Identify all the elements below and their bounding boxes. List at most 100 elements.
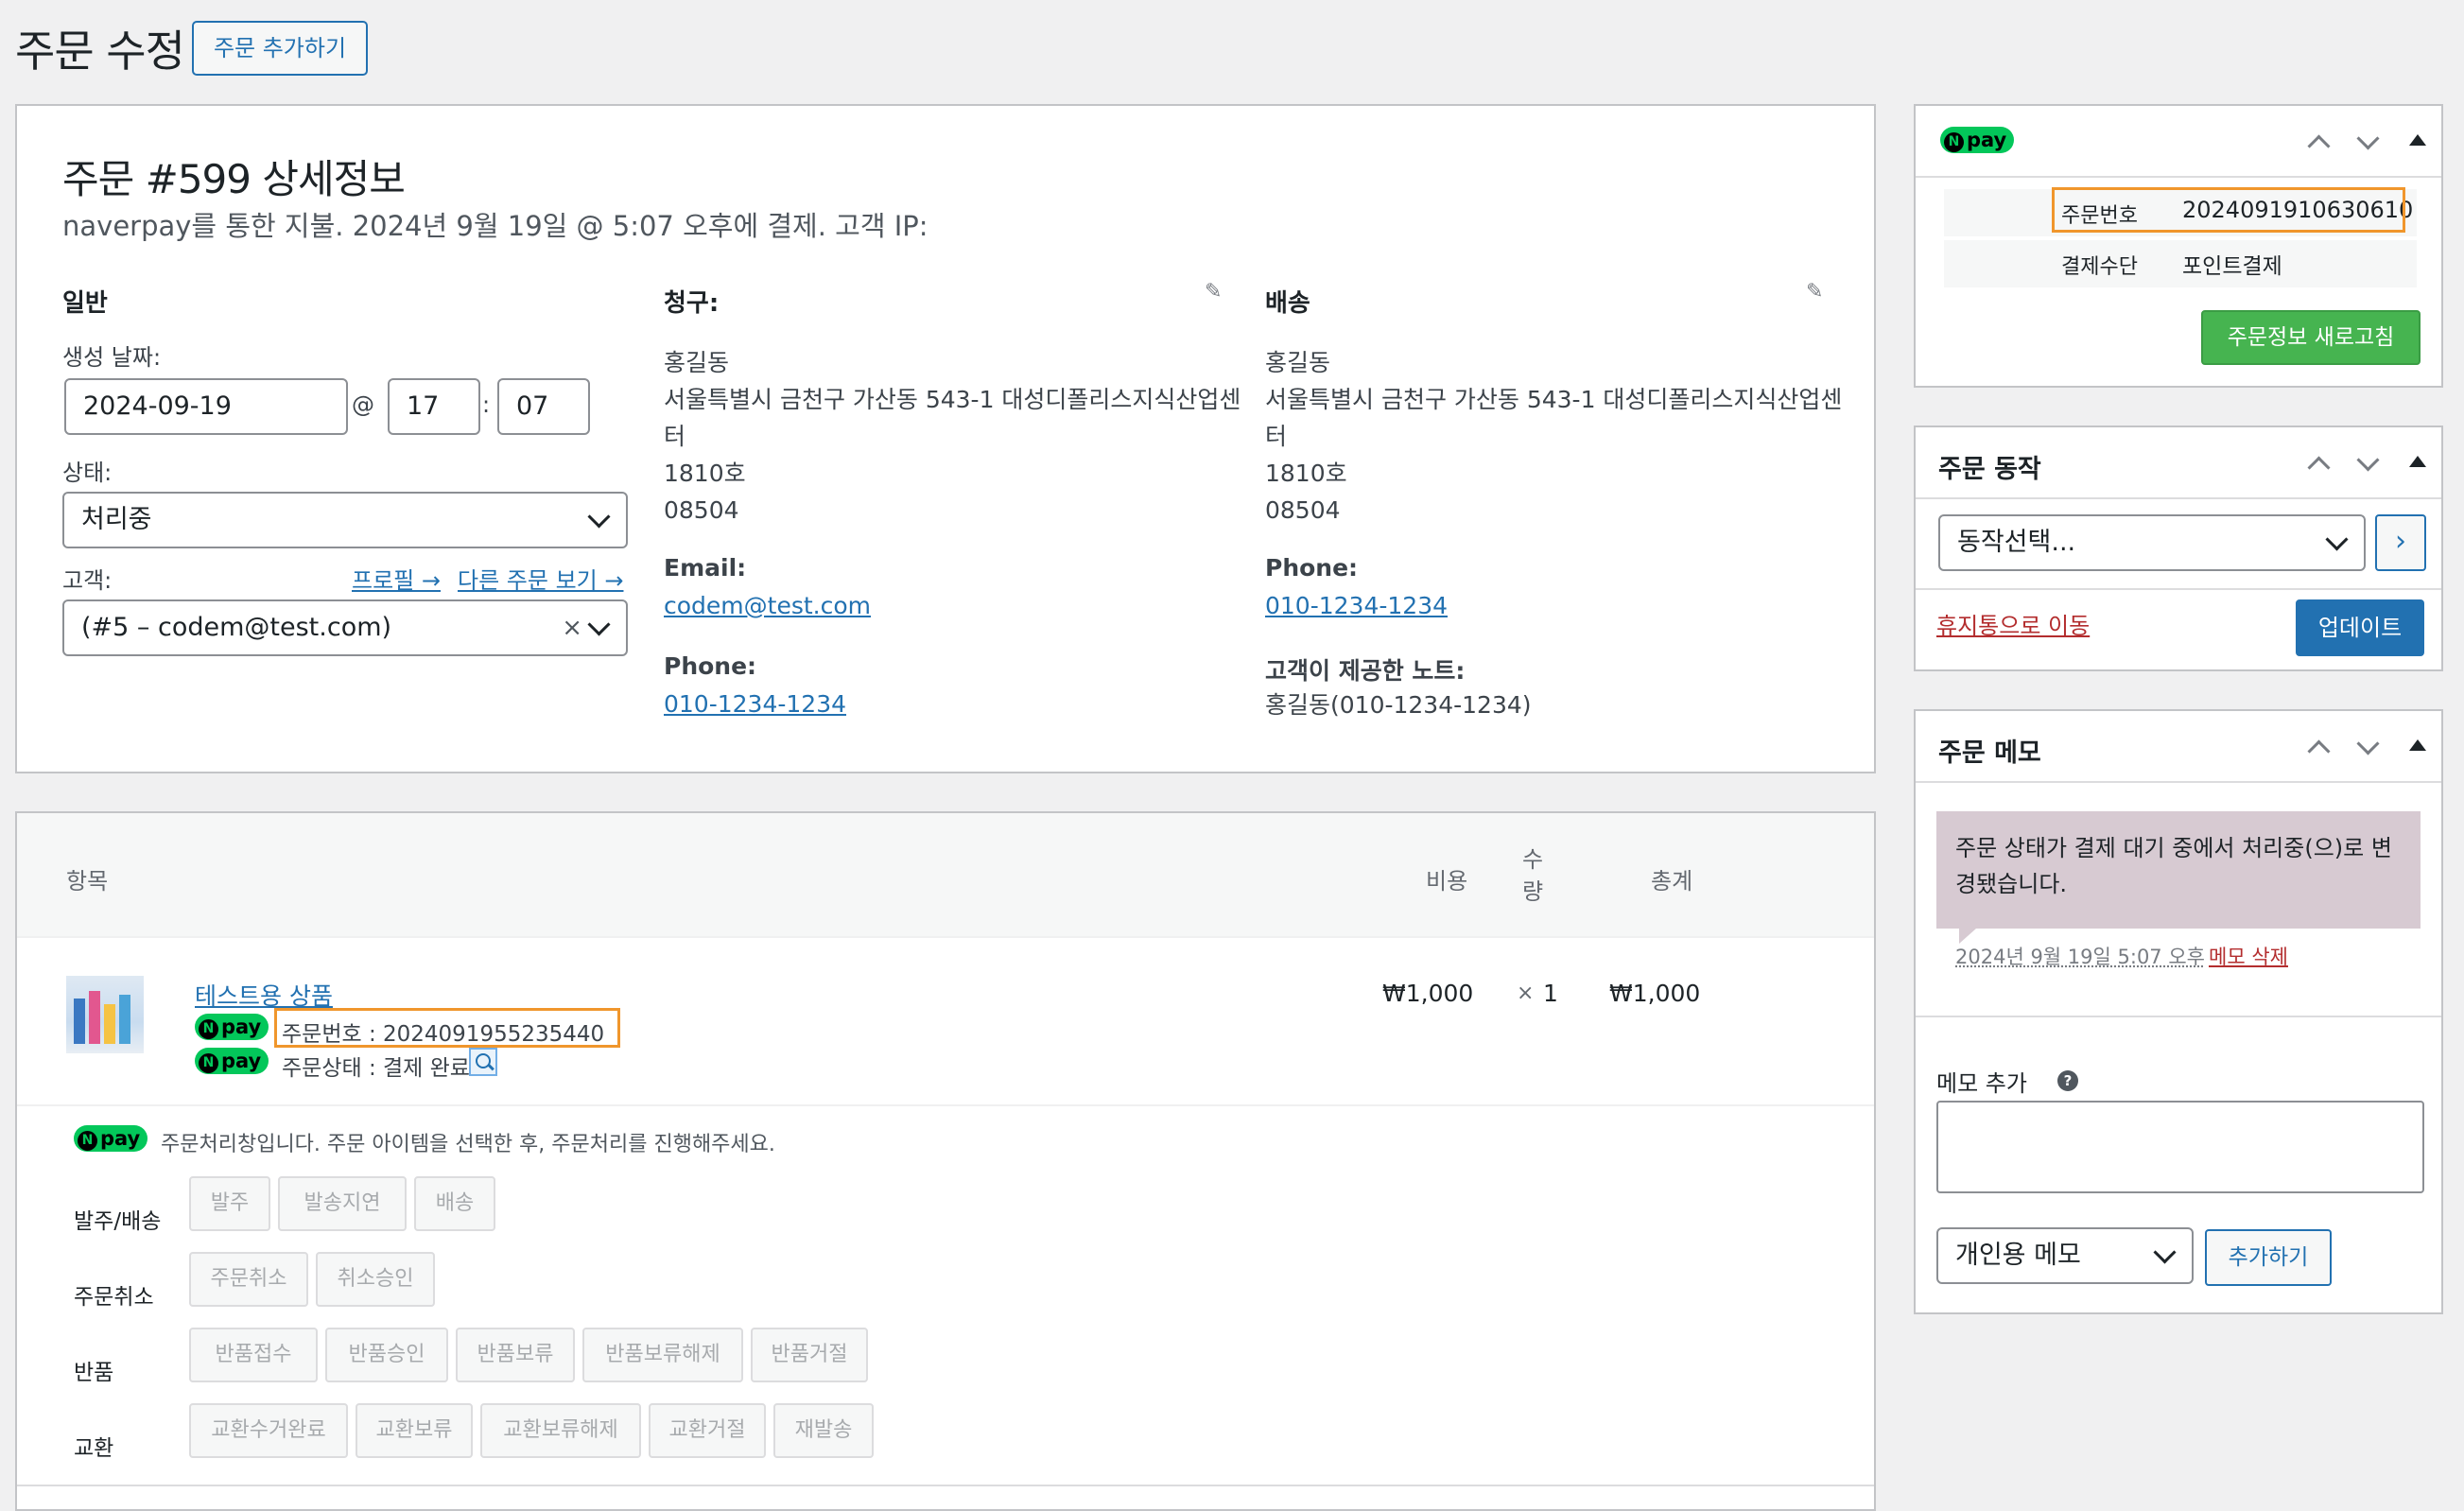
highlight-box	[2052, 187, 2405, 233]
clear-icon[interactable]: ×	[562, 601, 582, 654]
btn-exchange-hold[interactable]: 교환보류	[356, 1403, 473, 1458]
note-meta: 2024년 9월 19일 5:07 오후	[1955, 946, 2205, 968]
date-input[interactable]: 2024-09-19	[64, 378, 348, 435]
apply-action-button[interactable]: ›	[2375, 514, 2426, 571]
move-to-trash-link[interactable]: 휴지통으로 이동	[1936, 607, 2090, 640]
other-orders-link[interactable]: 다른 주문 보기 →	[458, 562, 623, 595]
chevron-down-icon	[2325, 528, 2349, 551]
order-notes-box: 주문 메모 주문 상태가 결제 대기 중에서 처리중(으)로 변 경됐습니다. …	[1914, 709, 2443, 1314]
notes-header-divider	[1916, 781, 2441, 783]
btn-exchange-collected[interactable]: 교환수거완료	[189, 1403, 348, 1458]
shipping-unit: 1810호	[1265, 460, 1347, 487]
order-heading: 주문 #599 상세정보	[62, 156, 406, 202]
note-type-select[interactable]: 개인용 메모	[1936, 1227, 2194, 1284]
npay-payment-value: 포인트결제	[2182, 254, 2282, 279]
created-date-label: 생성 날짜:	[62, 344, 162, 371]
product-thumbnail[interactable]	[66, 976, 144, 1053]
item-qty-x: ×	[1517, 981, 1535, 1005]
npay-badge: Npay	[74, 1125, 148, 1152]
actions-divider	[1916, 588, 2441, 590]
hour-input[interactable]: 17	[388, 378, 480, 435]
billing-phone-link[interactable]: 010-1234-1234	[664, 690, 846, 718]
search-icon[interactable]	[469, 1048, 497, 1076]
item-divider	[17, 1104, 1874, 1106]
note-text-line2: 경됐습니다.	[1955, 871, 2068, 897]
product-name-link[interactable]: 테스트용 상품	[195, 978, 333, 1012]
profile-link[interactable]: 프로필 →	[352, 562, 441, 595]
help-icon[interactable]: ?	[2057, 1070, 2078, 1091]
header-qty: 수 량	[1522, 843, 1543, 908]
npay-n-icon: N	[199, 1053, 218, 1073]
items-table-header: 항목 비용 수 량 총계	[17, 813, 1874, 938]
collapse-toggle-icon[interactable]	[2409, 456, 2426, 467]
add-note-button[interactable]: 추가하기	[2205, 1229, 2332, 1286]
header-item: 항목	[66, 868, 109, 894]
btn-approve-cancel[interactable]: 취소승인	[316, 1252, 435, 1307]
btn-return-request[interactable]: 반품접수	[189, 1328, 318, 1382]
npay-badge: Npay	[195, 1048, 269, 1074]
action-select-value: 동작선택...	[1957, 528, 2076, 557]
update-button[interactable]: 업데이트	[2296, 599, 2424, 656]
move-down-icon[interactable]	[2356, 127, 2380, 150]
btn-return-reject[interactable]: 반품거절	[751, 1328, 868, 1382]
minute-input[interactable]: 07	[497, 378, 590, 435]
btn-return-approve[interactable]: 반품승인	[325, 1328, 448, 1382]
btn-cancel-order[interactable]: 주문취소	[189, 1252, 308, 1307]
btn-resend[interactable]: 재발송	[773, 1403, 874, 1458]
at-sign: @	[352, 391, 374, 418]
status-label: 상태:	[62, 460, 113, 486]
billing-unit: 1810호	[664, 460, 746, 487]
npay-logo: Npay	[1940, 127, 2015, 153]
add-order-button[interactable]: 주문 추가하기	[192, 21, 368, 76]
btn-exchange-reject[interactable]: 교환거절	[649, 1403, 766, 1458]
customer-select[interactable]: (#5 – codem@test.com) ×	[62, 599, 628, 656]
customer-label: 고객:	[62, 567, 113, 594]
chevron-down-icon	[2153, 1241, 2177, 1264]
billing-address-line1: 서울특별시 금천구 가산동 543-1 대성디폴리스지식산업센	[664, 386, 1241, 413]
refresh-order-info-button[interactable]: 주문정보 새로고침	[2201, 310, 2421, 365]
time-colon: :	[482, 391, 491, 418]
move-up-icon[interactable]	[2307, 739, 2331, 763]
npay-badge-label: pay	[100, 1127, 141, 1150]
header-qty-line1: 수	[1522, 846, 1544, 873]
group-label-dispatch: 발주/배송	[74, 1209, 162, 1234]
edit-shipping-pencil-icon[interactable]: ✎	[1806, 280, 1823, 304]
order-items-panel: 항목 비용 수 량 총계 테스트용 상품 Npay 주문번호 : 2024091…	[15, 811, 1876, 1511]
npay-badge: Npay	[195, 1014, 269, 1040]
btn-dispatch[interactable]: 발주	[189, 1176, 270, 1231]
npay-box-divider	[1916, 176, 2441, 178]
billing-phone-label: Phone:	[664, 652, 757, 680]
header-qty-line2: 량	[1522, 878, 1544, 905]
status-select[interactable]: 처리중	[62, 492, 628, 548]
highlight-box	[274, 1008, 620, 1048]
btn-ship[interactable]: 배송	[414, 1176, 495, 1231]
move-down-icon[interactable]	[2356, 732, 2380, 756]
thumb-bottle-1	[74, 999, 85, 1044]
move-down-icon[interactable]	[2356, 448, 2380, 472]
note-textarea[interactable]	[1936, 1101, 2424, 1193]
shipping-phone-link[interactable]: 010-1234-1234	[1265, 592, 1448, 619]
delete-note-link[interactable]: 메모 삭제	[2209, 942, 2288, 970]
shipping-title: 배송	[1265, 289, 1310, 318]
billing-email-link[interactable]: codem@test.com	[664, 592, 871, 619]
note-bubble: 주문 상태가 결제 대기 중에서 처리중(으)로 변 경됐습니다.	[1936, 811, 2421, 929]
action-select[interactable]: 동작선택...	[1938, 514, 2366, 571]
edit-billing-pencil-icon[interactable]: ✎	[1205, 280, 1222, 304]
btn-exchange-unhold[interactable]: 교환보류해제	[480, 1403, 641, 1458]
note-type-value: 개인용 메모	[1955, 1241, 2081, 1270]
btn-return-hold[interactable]: 반품보류	[456, 1328, 575, 1382]
order-notes-title: 주문 메모	[1938, 738, 2041, 768]
collapse-toggle-icon[interactable]	[2409, 134, 2426, 146]
npay-notice: 주문처리창입니다. 주문 아이템을 선택한 후, 주문처리를 진행해주세요.	[161, 1133, 775, 1156]
move-up-icon[interactable]	[2307, 134, 2331, 158]
btn-delay-dispatch[interactable]: 발송지연	[278, 1176, 407, 1231]
billing-address: 홍길동 서울특별시 금천구 가산동 543-1 대성디폴리스지식산업센 터 18…	[664, 344, 1241, 529]
search-icon-handle	[487, 1063, 495, 1071]
btn-return-unhold[interactable]: 반품보류해제	[582, 1328, 743, 1382]
page-title: 주문 수정	[15, 26, 185, 77]
thumb-bottle-3	[104, 1004, 115, 1044]
move-up-icon[interactable]	[2307, 456, 2331, 479]
order-actions-title: 주문 동작	[1938, 455, 2041, 484]
npay-payment-row	[1944, 240, 2417, 287]
collapse-toggle-icon[interactable]	[2409, 739, 2426, 751]
